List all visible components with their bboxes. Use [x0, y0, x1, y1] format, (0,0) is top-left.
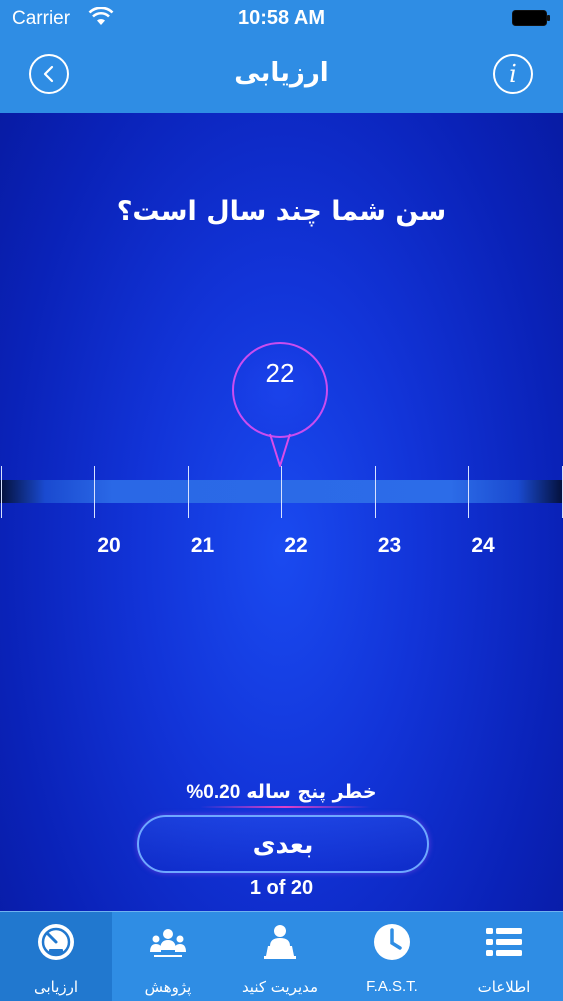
tab-fast[interactable]: F.A.S.T. [336, 912, 448, 1001]
value-bubble [232, 342, 328, 438]
risk-label: خطر پنج ساله [246, 781, 376, 803]
slider-tick [188, 466, 189, 518]
tab-research[interactable]: پژوهش [112, 912, 224, 1001]
tab-manage-label: مدیریت کنید [224, 978, 336, 996]
slider-tick-label: 2 [557, 534, 563, 558]
slider-tick [281, 466, 282, 518]
tab-info[interactable]: اطلاعات [448, 912, 560, 1001]
manager-laptop-icon [260, 922, 300, 962]
risk-underline [200, 806, 370, 808]
battery-icon [512, 10, 550, 26]
tab-info-label: اطلاعات [448, 978, 560, 996]
tab-assessment[interactable]: ارزیابی [0, 912, 112, 1001]
status-bar: Carrier 10:58 AM [0, 0, 563, 38]
bubble-pointer [268, 433, 292, 469]
slider-tick [468, 466, 469, 518]
gauge-icon [36, 922, 76, 962]
tab-bar: ارزیابی پژوهش مدیریت کنید [0, 911, 563, 1001]
list-icon [484, 922, 524, 962]
five-year-risk: %0.20 خطر پنج ساله [0, 781, 563, 804]
status-time: 10:58 AM [0, 7, 563, 30]
tab-fast-label: F.A.S.T. [336, 978, 448, 995]
slider-tick [94, 466, 95, 518]
people-icon [148, 922, 188, 962]
slider-tick-label: 23 [370, 534, 410, 558]
info-button[interactable]: i [493, 54, 533, 94]
slider-tick-label: 22 [276, 534, 316, 558]
risk-value: %0.20 [186, 782, 240, 803]
slider-tick-label: 20 [89, 534, 129, 558]
question-progress: 1 of 20 [0, 877, 563, 900]
tab-research-label: پژوهش [112, 978, 224, 996]
slider-tick [1, 466, 2, 518]
question-text: سن شما چند سال است؟ [0, 196, 563, 227]
screen: Carrier 10:58 AM ارزیابی i سن شما چند سا… [0, 0, 563, 1000]
next-button[interactable]: بعدی [137, 815, 429, 873]
clock-icon [372, 922, 412, 962]
slider-tick [562, 466, 563, 518]
tab-manage[interactable]: مدیریت کنید [224, 912, 336, 1001]
tab-assessment-label: ارزیابی [0, 978, 112, 996]
slider-tick-label: 24 [463, 534, 503, 558]
info-icon: i [509, 62, 517, 86]
selected-age-value: 22 [232, 358, 328, 389]
top-bar: Carrier 10:58 AM ارزیابی i [0, 0, 563, 113]
page-title: ارزیابی [0, 58, 563, 88]
slider-tick-label: 21 [183, 534, 223, 558]
slider-tick [375, 466, 376, 518]
